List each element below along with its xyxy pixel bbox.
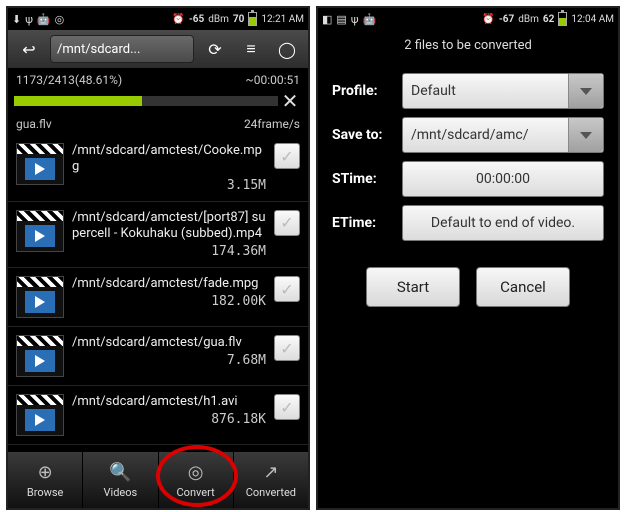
profile-label: Profile:	[332, 83, 394, 99]
battery-icon	[248, 12, 257, 26]
progress-header: 1173/2413(48.61%) ~00:00:51	[8, 69, 308, 89]
android-icon: 🤖	[363, 13, 377, 26]
progress-file: gua.flv	[16, 117, 52, 131]
etime-value: Default to end of video.	[431, 215, 575, 231]
battery-percent: 70	[233, 14, 244, 25]
file-checkbox[interactable]: ✓	[274, 210, 300, 236]
profile-value: Default	[411, 83, 456, 99]
progress-subrow: gua.flv 24frame/s	[8, 117, 308, 135]
status-bar: ⬇ ψ 🤖 ◎ ⏰ -65 dBm 70 12:21 AM	[8, 8, 308, 30]
app-icon: ◎	[55, 13, 65, 26]
list-item[interactable]: /mnt/sdcard/amctest/h1.avi 876.18K ✓	[8, 386, 308, 445]
nav-label: Convert	[177, 486, 215, 499]
signal-unit: dBm	[518, 14, 539, 25]
file-size: 182.00K	[72, 294, 266, 309]
chevron-down-icon	[568, 118, 603, 152]
file-path: /mnt/sdcard/amctest/Cooke.mpg	[72, 143, 266, 176]
file-size: 876.18K	[72, 412, 266, 427]
convert-form: Profile: Default Save to: /mnt/sdcard/am…	[318, 61, 618, 311]
search-icon: 🔍	[109, 462, 131, 484]
alarm-icon: ⏰	[172, 14, 184, 25]
battery-icon	[558, 12, 567, 26]
video-thumb	[16, 210, 64, 252]
clock: 12:04 AM	[571, 14, 614, 25]
video-thumb	[16, 335, 64, 377]
saveto-label: Save to:	[332, 127, 394, 143]
nav-label: Converted	[246, 486, 296, 499]
cancel-button[interactable]: Cancel	[476, 267, 570, 307]
list-item[interactable]: /mnt/sdcard/amctest/gua.flv 7.68M ✓	[8, 327, 308, 386]
file-list: /mnt/sdcard/amctest/Cooke.mpg3.15M✓/mnt/…	[8, 135, 308, 445]
signal-unit: dBm	[208, 14, 229, 25]
nav-converted[interactable]: ↗ Converted	[234, 452, 308, 508]
select-all-button[interactable]: ◯	[272, 35, 302, 63]
progress-bar	[14, 96, 278, 106]
chevron-down-icon	[568, 74, 603, 108]
stime-value: 00:00:00	[476, 171, 530, 187]
file-size: 7.68M	[72, 353, 266, 368]
menu-button[interactable]: ≡	[236, 35, 266, 63]
back-button[interactable]: ↩	[14, 35, 44, 63]
browse-icon: ⊕	[34, 462, 56, 484]
signal-strength: -65	[189, 14, 204, 25]
nav-label: Videos	[104, 486, 138, 499]
status-bar: ◧ ▤ ψ 🤖 ⏰ -67 dBm 62 12:04 AM	[318, 8, 618, 30]
signal-strength: -67	[499, 14, 514, 25]
dialog-header: 2 files to be converted	[318, 30, 618, 61]
nav-label: Browse	[27, 486, 64, 499]
nav-convert[interactable]: ◎ Convert	[159, 452, 234, 508]
stime-field[interactable]: 00:00:00	[402, 161, 604, 197]
file-size: 174.36M	[72, 244, 266, 259]
saveto-select[interactable]: /mnt/sdcard/amc/	[402, 117, 604, 153]
file-checkbox[interactable]: ✓	[274, 143, 300, 169]
profile-select[interactable]: Default	[402, 73, 604, 109]
nav-browse[interactable]: ⊕ Browse	[8, 452, 83, 508]
usb-icon: ψ	[25, 13, 33, 26]
saveto-value: /mnt/sdcard/amc/	[411, 127, 529, 143]
file-checkbox[interactable]: ✓	[274, 335, 300, 361]
sd-icon: ▤	[336, 13, 346, 26]
list-item[interactable]: /mnt/sdcard/amctest/fade.mpg 182.00K ✓	[8, 268, 308, 327]
video-thumb	[16, 276, 64, 318]
stime-label: STime:	[332, 171, 394, 187]
bookmark-icon: ◧	[322, 13, 332, 26]
path-chip[interactable]: /mnt/sdcard...	[50, 35, 194, 63]
progress-count: 1173/2413(48.61%)	[16, 73, 122, 87]
file-path: /mnt/sdcard/amctest/fade.mpg	[72, 276, 266, 292]
file-checkbox[interactable]: ✓	[274, 276, 300, 302]
toolbar: ↩ /mnt/sdcard... ⟳ ≡ ◯	[8, 30, 308, 69]
clock: 12:21 AM	[261, 14, 304, 25]
alarm-icon: ⏰	[482, 14, 494, 25]
file-path: /mnt/sdcard/amctest/[port87] supercell -…	[72, 210, 266, 243]
refresh-button[interactable]: ⟳	[200, 35, 230, 63]
video-thumb	[16, 143, 64, 185]
start-button[interactable]: Start	[366, 267, 460, 307]
convert-icon: ◎	[185, 462, 207, 484]
etime-field[interactable]: Default to end of video.	[402, 205, 604, 241]
file-path: /mnt/sdcard/amctest/h1.avi	[72, 394, 266, 410]
file-path: /mnt/sdcard/amctest/gua.flv	[72, 335, 266, 351]
list-item[interactable]: /mnt/sdcard/amctest/[port87] supercell -…	[8, 202, 308, 269]
etime-label: ETime:	[332, 215, 394, 231]
file-checkbox[interactable]: ✓	[274, 394, 300, 420]
usb-icon: ψ	[351, 13, 359, 26]
progress-rate: 24frame/s	[244, 117, 300, 131]
share-icon: ↗	[260, 462, 282, 484]
nav-videos[interactable]: 🔍 Videos	[83, 452, 158, 508]
bottom-nav: ⊕ Browse 🔍 Videos ◎ Convert ↗ Converted	[8, 452, 308, 508]
file-size: 3.15M	[72, 178, 266, 193]
cancel-progress-button[interactable]: ✕	[278, 89, 302, 113]
list-item[interactable]: /mnt/sdcard/amctest/Cooke.mpg 3.15M ✓	[8, 135, 308, 202]
notif-icon: ⬇	[12, 13, 21, 26]
battery-percent: 62	[543, 14, 554, 25]
android-icon: 🤖	[37, 13, 51, 26]
video-thumb	[16, 394, 64, 436]
progress-eta: ~00:00:51	[246, 73, 300, 87]
